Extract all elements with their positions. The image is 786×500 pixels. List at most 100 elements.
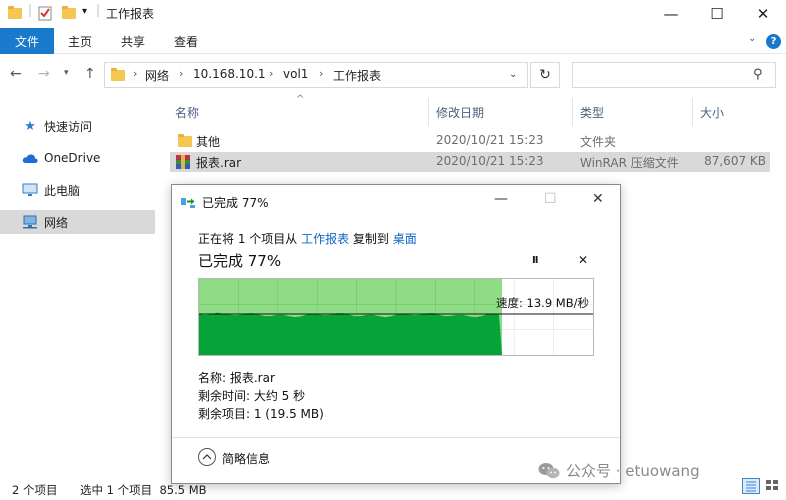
file-row[interactable]: 其他 2020/10/21 15:23 文件夹: [170, 131, 770, 151]
file-row[interactable]: 报表.rar 2020/10/21 15:23 WinRAR 压缩文件 87,6…: [170, 152, 770, 172]
title-bar: | ▾ | 工作报表 — ☐ ✕: [0, 0, 786, 28]
address-history-icon[interactable]: ⌄: [509, 69, 517, 80]
copy-description-middle: 复制到: [349, 232, 393, 246]
properties-icon[interactable]: [38, 5, 52, 24]
tab-file[interactable]: 文件: [0, 28, 54, 54]
breadcrumb-network[interactable]: 网络: [145, 67, 169, 84]
breadcrumb-separator-icon[interactable]: ›: [179, 67, 183, 80]
status-selection: 选中 1 个项目 85.5 MB: [80, 483, 207, 497]
minimize-button[interactable]: —: [648, 0, 694, 28]
percent-complete: 已完成 77%: [198, 252, 282, 270]
status-item-count: 2 个项目: [12, 483, 58, 497]
info-name: 名称: 报表.rar: [198, 371, 275, 385]
watermark-text: 公众号 · etuowang: [566, 462, 700, 480]
tab-home[interactable]: 主页: [68, 28, 92, 54]
info-items-remaining: 剩余项目: 1 (19.5 MB): [198, 407, 324, 421]
network-icon: [22, 215, 38, 229]
up-arrow-icon[interactable]: ↑: [84, 66, 96, 82]
search-icon: ⚲: [753, 67, 763, 82]
breadcrumb-host[interactable]: 10.168.10.1: [193, 67, 266, 81]
address-bar[interactable]: › 网络 › 10.168.10.1 › vol1 › 工作报表 ⌄: [104, 62, 528, 88]
winrar-archive-icon: [175, 154, 191, 173]
refresh-button[interactable]: ↻: [530, 62, 560, 88]
sidebar-item-this-pc[interactable]: 此电脑: [0, 178, 155, 202]
file-type: 文件夹: [580, 135, 617, 149]
sidebar-item-label: 快速访问: [44, 119, 93, 134]
fewer-details-toggle[interactable]: 简略信息: [222, 450, 270, 467]
breadcrumb-separator-icon[interactable]: ›: [269, 67, 273, 80]
copy-description: 正在将 1 个项目从 工作报表 复制到 桌面: [198, 230, 417, 247]
dialog-maximize-button[interactable]: ☐: [544, 191, 557, 207]
column-header-type[interactable]: 类型: [580, 104, 604, 122]
sidebar-item-onedrive[interactable]: OneDrive: [0, 146, 155, 170]
info-time-remaining: 剩余时间: 大约 5 秒: [198, 389, 306, 403]
forward-arrow-icon[interactable]: →: [38, 66, 50, 82]
customize-toolbar-icon[interactable]: ▾: [82, 6, 87, 17]
folder-icon: [178, 134, 192, 150]
help-icon[interactable]: ?: [766, 34, 781, 49]
ribbon-tabs: 文件 主页 共享 查看 ⌄ ?: [0, 28, 786, 54]
watermark: 公众号 · etuowang: [538, 460, 700, 481]
file-size: 87,607 KB: [704, 154, 766, 168]
toolbar-separator: |: [28, 3, 33, 17]
computer-icon: [22, 183, 38, 197]
recent-locations-icon[interactable]: ▾: [64, 68, 69, 78]
collapse-chevron-icon[interactable]: [198, 448, 216, 466]
sidebar-item-label: OneDrive: [44, 151, 101, 165]
back-arrow-icon[interactable]: ←: [10, 66, 22, 82]
sidebar-item-label: 此电脑: [44, 183, 81, 198]
column-header-size[interactable]: 大小: [700, 104, 724, 122]
copy-description-prefix: 正在将 1 个项目从: [198, 232, 302, 246]
breadcrumb-separator-icon[interactable]: ›: [319, 67, 323, 80]
sidebar-item-label: 网络: [44, 215, 69, 230]
column-header-date[interactable]: 修改日期: [436, 104, 484, 122]
transfer-info: 名称: 报表.rar 剩余时间: 大约 5 秒 剩余项目: 1 (19.5 MB…: [198, 369, 324, 423]
transfer-speed-graph: 速度: 13.9 MB/秒: [198, 278, 594, 356]
large-icons-view-icon[interactable]: [764, 478, 782, 494]
details-view-icon[interactable]: [742, 478, 760, 494]
address-row: ← → ▾ ↑ › 网络 › 10.168.10.1 › vol1 › 工作报表…: [0, 54, 786, 96]
folder-icon: [8, 6, 22, 22]
tab-view[interactable]: 查看: [174, 28, 198, 54]
toolbar-separator: |: [96, 3, 101, 17]
breadcrumb-current[interactable]: 工作报表: [333, 67, 381, 84]
cancel-button[interactable]: ✕: [578, 253, 588, 267]
source-folder-link[interactable]: 工作报表: [301, 232, 349, 246]
dialog-close-button[interactable]: ✕: [592, 191, 604, 207]
copy-transfer-icon: [180, 195, 196, 212]
column-divider[interactable]: [572, 98, 573, 126]
sidebar-item-network[interactable]: 网络: [0, 210, 155, 234]
dialog-minimize-button[interactable]: —: [494, 191, 508, 207]
wechat-icon: [538, 462, 560, 478]
destination-folder-link[interactable]: 桌面: [393, 232, 417, 246]
cloud-icon: [22, 153, 38, 164]
file-date: 2020/10/21 15:23: [436, 154, 544, 168]
folder-icon: [111, 68, 125, 84]
column-divider[interactable]: [692, 98, 693, 126]
dialog-title: 已完成 77%: [202, 196, 269, 210]
column-divider[interactable]: [428, 98, 429, 126]
expand-ribbon-icon[interactable]: ⌄: [748, 33, 756, 44]
breadcrumb-vol1[interactable]: vol1: [283, 67, 308, 81]
star-icon: ★: [24, 118, 36, 134]
close-button[interactable]: ✕: [740, 0, 786, 28]
sidebar-item-quick-access[interactable]: ★ 快速访问: [0, 114, 155, 138]
file-date: 2020/10/21 15:23: [436, 133, 544, 147]
refresh-icon: ↻: [539, 67, 551, 83]
new-folder-icon[interactable]: [62, 6, 76, 22]
column-header-name[interactable]: 名称: [175, 104, 199, 122]
file-name: 其他: [196, 135, 221, 149]
speed-label: 速度: 13.9 MB/秒: [496, 296, 589, 310]
speed-chart: [199, 279, 593, 355]
sort-ascending-icon: ^: [296, 94, 305, 105]
file-type: WinRAR 压缩文件: [580, 156, 679, 170]
maximize-button[interactable]: ☐: [694, 0, 740, 28]
speed-area: [199, 312, 502, 355]
tab-share[interactable]: 共享: [121, 28, 145, 54]
pause-button[interactable]: II: [532, 255, 539, 266]
breadcrumb-separator-icon[interactable]: ›: [133, 67, 137, 80]
window-title: 工作报表: [106, 7, 155, 21]
file-name: 报表.rar: [196, 156, 242, 170]
search-input[interactable]: ⚲: [572, 62, 776, 88]
copy-progress-dialog: 已完成 77% — ☐ ✕ 正在将 1 个项目从 工作报表 复制到 桌面 已完成…: [171, 184, 621, 484]
